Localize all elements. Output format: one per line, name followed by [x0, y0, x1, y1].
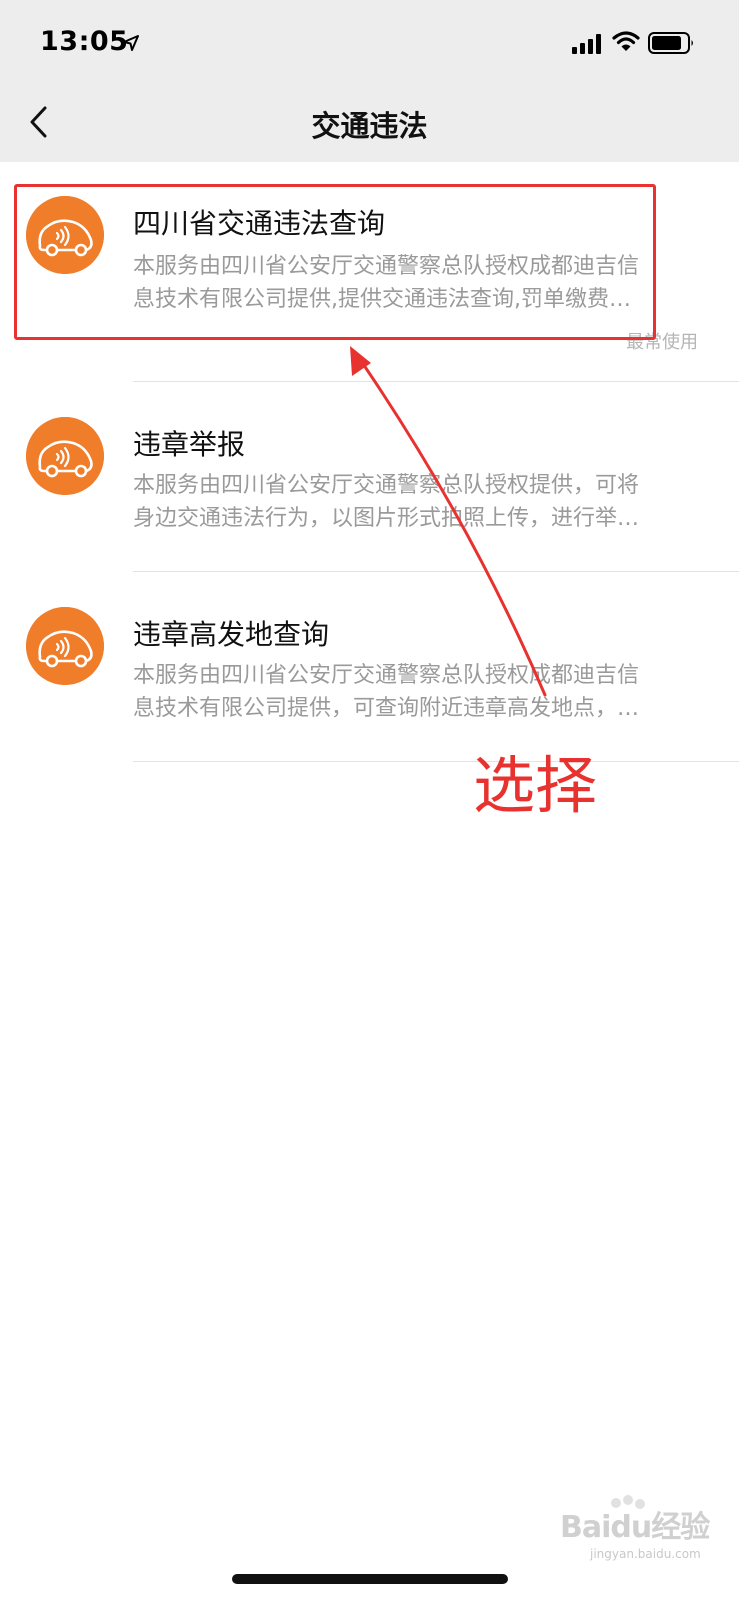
annotation-label: 选择 — [473, 749, 598, 822]
list-item[interactable]: 违章高发地查询 本服务由四川省公安厅交通警察总队授权成都迪吉信 息技术有限公司提… — [0, 573, 739, 763]
item-title: 违章高发地查询 — [133, 618, 330, 651]
item-description-line: 本服务由四川省公安厅交通警察总队授权提供，可将 — [133, 473, 640, 498]
signal-icon — [572, 34, 601, 54]
car-logo-icon — [26, 607, 104, 685]
item-description: 本服务由四川省公安厅交通警察总队授权成都迪吉信 息技术有限公司提供,提供交通违法… — [133, 250, 698, 316]
item-description: 本服务由四川省公安厅交通警察总队授权提供，可将 身边交通违法行为，以图片形式拍照… — [133, 469, 698, 535]
watermark-subtext: jingyan.baidu.com — [590, 1547, 701, 1561]
item-title: 四川省交通违法查询 — [133, 207, 386, 240]
watermark-text: Baidu经验 — [560, 1510, 710, 1545]
item-description-line: 息技术有限公司提供,提供交通违法查询,罚单缴费… — [133, 287, 631, 312]
item-description-line: 本服务由四川省公安厅交通警察总队授权成都迪吉信 — [133, 663, 640, 688]
header: 13:05 交通违法 — [0, 0, 739, 162]
car-logo-icon — [26, 196, 104, 274]
most-used-badge: 最常使用 — [626, 332, 698, 353]
item-description-line: 息技术有限公司提供，可查询附近违章高发地点，… — [133, 696, 640, 721]
page-title: 交通违法 — [311, 109, 428, 143]
wifi-icon — [612, 31, 640, 51]
item-description-line: 本服务由四川省公安厅交通警察总队授权成都迪吉信 — [133, 254, 640, 279]
item-description-line: 身边交通违法行为，以图片形式拍照上传，进行举… — [133, 506, 640, 531]
home-indicator[interactable] — [232, 1574, 508, 1584]
divider — [133, 571, 739, 572]
item-title: 违章举报 — [133, 428, 246, 461]
list-item[interactable]: 四川省交通违法查询 本服务由四川省公安厅交通警察总队授权成都迪吉信 息技术有限公… — [0, 162, 739, 353]
battery-icon — [648, 32, 693, 54]
divider — [133, 381, 739, 382]
list-item[interactable]: 违章举报 本服务由四川省公安厅交通警察总队授权提供，可将 身边交通违法行为，以图… — [0, 383, 739, 573]
location-arrow-icon — [123, 35, 139, 51]
status-time: 13:05 — [40, 26, 129, 57]
item-description: 本服务由四川省公安厅交通警察总队授权成都迪吉信 息技术有限公司提供，可查询附近违… — [133, 659, 698, 725]
divider — [133, 761, 739, 762]
car-logo-icon — [26, 417, 104, 495]
